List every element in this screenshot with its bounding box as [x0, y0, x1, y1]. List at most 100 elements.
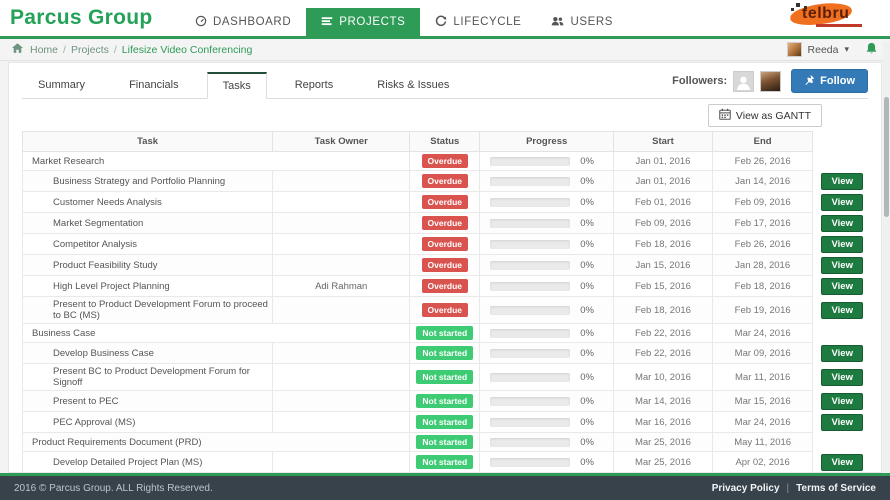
progress-value: 0%: [580, 396, 594, 407]
progress-cell: 0%: [480, 391, 614, 412]
start-date-cell: Feb 01, 2016: [614, 192, 713, 213]
tab-reports[interactable]: Reports: [279, 72, 350, 98]
scrollbar-thumb[interactable]: [884, 97, 889, 217]
view-button[interactable]: View: [821, 393, 862, 410]
progress-value: 0%: [580, 239, 594, 250]
tab-summary[interactable]: Summary: [22, 72, 101, 98]
start-date-cell: Mar 14, 2016: [614, 391, 713, 412]
task-owner-cell: [273, 452, 410, 473]
scrollbar[interactable]: [883, 42, 890, 473]
progress-bar: [490, 157, 570, 166]
end-date-cell: Apr 02, 2016: [712, 452, 813, 473]
task-owner-cell: [273, 364, 410, 391]
user-menu[interactable]: Reeda ▾: [787, 42, 878, 58]
status-badge: Not started: [416, 455, 473, 469]
followers-section: Followers: Follow: [672, 69, 868, 98]
tab-tasks[interactable]: Tasks: [207, 72, 267, 99]
table-row: Present to PECNot started0%Mar 14, 2016M…: [23, 391, 868, 412]
task-table: Task Task Owner Status Progress Start En…: [22, 131, 868, 500]
progress-bar: [490, 240, 570, 249]
start-date-cell: Mar 16, 2016: [614, 412, 713, 433]
view-button[interactable]: View: [821, 454, 862, 471]
progress-bar: [490, 306, 570, 315]
status-badge: Overdue: [422, 258, 469, 272]
start-date-cell: Feb 18, 2016: [614, 297, 713, 324]
tab-financials[interactable]: Financials: [113, 72, 195, 98]
view-button[interactable]: View: [821, 236, 862, 253]
view-button[interactable]: View: [821, 345, 862, 362]
tab-risks-issues[interactable]: Risks & Issues: [361, 72, 465, 98]
view-button[interactable]: View: [821, 194, 862, 211]
view-button[interactable]: View: [821, 414, 862, 431]
telbru-logo-dot: [796, 3, 800, 7]
actions-cell: View: [813, 297, 868, 324]
end-date-cell: Mar 09, 2016: [712, 343, 813, 364]
breadcrumb-separator: /: [114, 44, 117, 56]
telbru-logo-text: telbru: [802, 5, 849, 22]
progress-cell: 0%: [480, 192, 614, 213]
progress-bar: [490, 397, 570, 406]
breadcrumb-bar: Home / Projects / Lifesize Video Confere…: [0, 39, 890, 61]
status-badge: Overdue: [422, 303, 469, 317]
breadcrumb-home[interactable]: Home: [30, 44, 58, 56]
table-row: Develop Detailed Project Plan (MS)Not st…: [23, 452, 868, 473]
status-badge: Not started: [416, 394, 473, 408]
start-date-cell: Mar 25, 2016: [614, 433, 713, 452]
nav-item-users[interactable]: USERS: [536, 8, 628, 36]
status-badge: Not started: [416, 435, 473, 449]
progress-value: 0%: [580, 437, 594, 448]
main-nav: DASHBOARD PROJECTS LIFECYCLE USERS: [180, 0, 628, 36]
view-button[interactable]: View: [821, 173, 862, 190]
view-button[interactable]: View: [821, 257, 862, 274]
footer: 2016 © Parcus Group. ALL Rights Reserved…: [0, 473, 890, 500]
view-button[interactable]: View: [821, 215, 862, 232]
view-as-gantt-label: View as GANTT: [736, 110, 811, 122]
view-button[interactable]: View: [821, 369, 862, 386]
follow-button[interactable]: Follow: [791, 69, 868, 93]
view-button[interactable]: View: [821, 302, 862, 319]
column-header-progress: Progress: [480, 132, 614, 152]
status-badge: Overdue: [422, 195, 469, 209]
status-badge: Not started: [416, 415, 473, 429]
end-date-cell: Mar 24, 2016: [712, 412, 813, 433]
status-cell: Overdue: [410, 255, 480, 276]
status-badge: Overdue: [422, 279, 469, 293]
column-header-actions: [813, 132, 868, 152]
nav-item-lifecycle[interactable]: LIFECYCLE: [420, 8, 536, 36]
breadcrumb-projects[interactable]: Projects: [71, 44, 109, 56]
table-row: Competitor AnalysisOverdue0%Feb 18, 2016…: [23, 234, 868, 255]
privacy-policy-link[interactable]: Privacy Policy: [712, 483, 780, 494]
terms-of-service-link[interactable]: Terms of Service: [796, 483, 876, 494]
table-row: High Level Project PlanningAdi RahmanOve…: [23, 276, 868, 297]
end-date-cell: Mar 24, 2016: [712, 324, 813, 343]
progress-cell: 0%: [480, 364, 614, 391]
start-date-cell: Jan 01, 2016: [614, 152, 713, 171]
view-as-gantt-button[interactable]: View as GANTT: [708, 104, 822, 127]
actions-cell: [813, 152, 868, 171]
status-cell: Overdue: [410, 171, 480, 192]
progress-bar: [490, 282, 570, 291]
task-name-cell: Present to Product Development Forum to …: [23, 297, 273, 324]
start-date-cell: Mar 10, 2016: [614, 364, 713, 391]
followers-label: Followers:: [672, 75, 727, 87]
status-badge: Overdue: [422, 174, 469, 188]
progress-value: 0%: [580, 348, 594, 359]
progress-cell: 0%: [480, 255, 614, 276]
progress-value: 0%: [580, 281, 594, 292]
status-cell: Overdue: [410, 234, 480, 255]
status-cell: Overdue: [410, 276, 480, 297]
nav-item-dashboard[interactable]: DASHBOARD: [180, 8, 306, 36]
view-button[interactable]: View: [821, 278, 862, 295]
progress-bar: [490, 261, 570, 270]
notification-bell-icon[interactable]: [865, 42, 878, 58]
column-header-task: Task: [23, 132, 273, 152]
user-avatar: [787, 42, 802, 57]
status-badge: Not started: [416, 346, 473, 360]
progress-value: 0%: [580, 457, 594, 468]
progress-cell: 0%: [480, 171, 614, 192]
progress-value: 0%: [580, 197, 594, 208]
nav-item-projects[interactable]: PROJECTS: [306, 8, 420, 36]
follow-button-label: Follow: [820, 75, 855, 87]
status-cell: Overdue: [410, 213, 480, 234]
table-header-row: Task Task Owner Status Progress Start En…: [23, 132, 868, 152]
